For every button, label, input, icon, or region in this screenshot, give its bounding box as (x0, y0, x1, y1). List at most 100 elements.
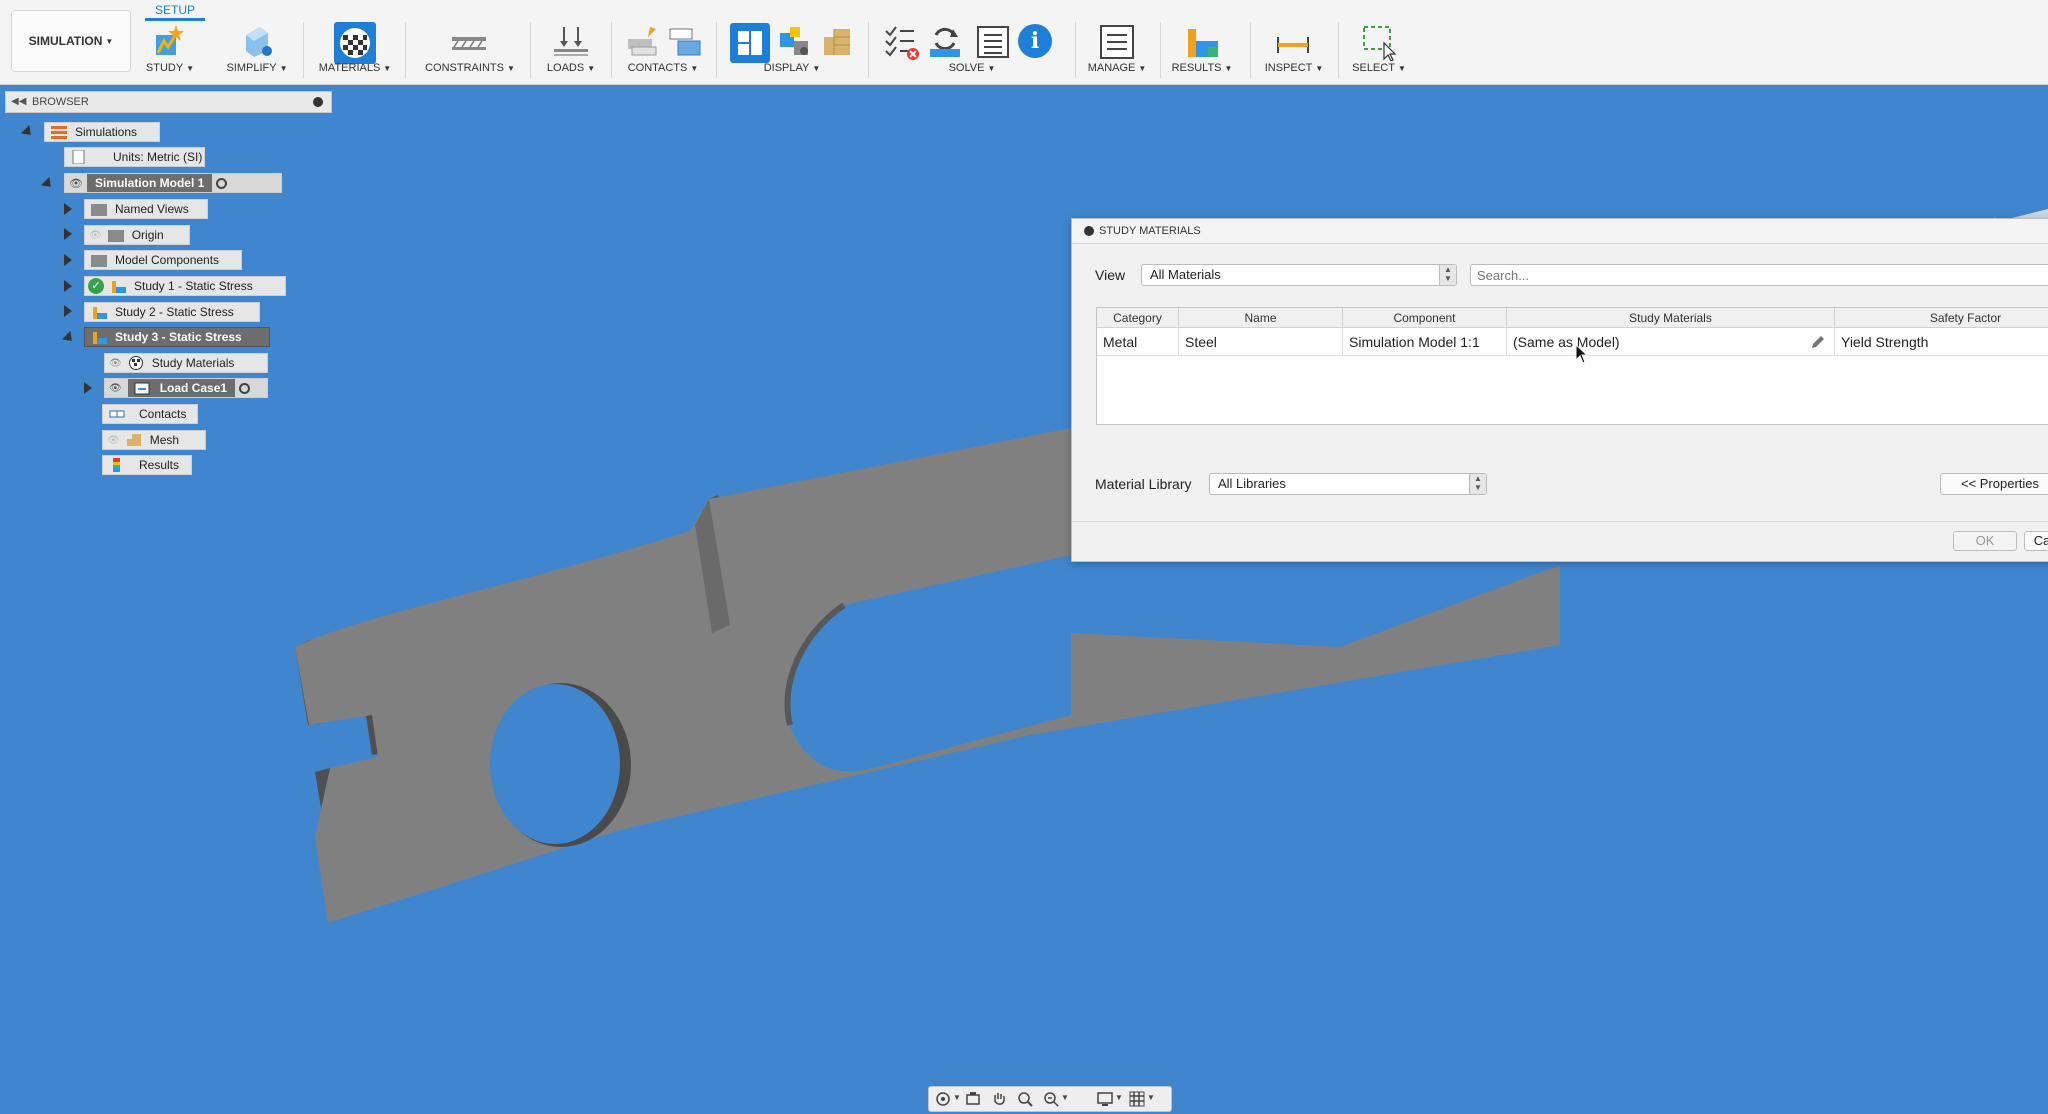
study-icon (93, 307, 107, 319)
study-material-value: (Same as Model) (1513, 334, 1620, 350)
simplify-icon (246, 27, 272, 57)
edit-pencil-icon[interactable] (1810, 334, 1826, 350)
zoom-window-icon[interactable] (1043, 1091, 1059, 1107)
expander-closed-icon[interactable] (64, 305, 72, 317)
display-settings-icon[interactable] (1097, 1091, 1113, 1107)
table-cell-safety-factor[interactable]: Yield Strength (1835, 328, 2048, 356)
tree-node-contacts[interactable]: Contacts (102, 404, 198, 424)
display-components-icon[interactable] (776, 23, 814, 61)
manage-icon (1100, 25, 1134, 59)
simulations-icon (51, 126, 67, 139)
browser-pin-icon[interactable] (313, 97, 323, 107)
eye-icon[interactable]: 👁 (109, 358, 122, 369)
column-header[interactable]: Component (1343, 308, 1507, 328)
tree-node-study-1[interactable]: ✓ Study 1 - Static Stress (84, 276, 286, 296)
contacts-group[interactable]: CONTACTS ▼ (620, 20, 706, 82)
expander-closed-icon[interactable] (84, 382, 92, 394)
orbit-icon[interactable] (935, 1091, 951, 1107)
dialog-titlebar[interactable]: STUDY MATERIALS (1072, 219, 2048, 244)
manage-group[interactable]: MANAGE ▼ (1082, 20, 1152, 82)
look-at-icon[interactable] (965, 1091, 981, 1107)
tree-node-origin[interactable]: 👁 Origin (84, 225, 190, 245)
results-label: RESULTS (1171, 62, 1222, 74)
mesh-icon (126, 434, 141, 446)
select-label: SELECT (1352, 62, 1395, 74)
activate-icon[interactable] (239, 382, 251, 394)
materials-icon (128, 356, 143, 370)
pan-hand-icon[interactable] (991, 1091, 1007, 1107)
search-input[interactable] (1470, 264, 2048, 286)
table-cell-component[interactable]: Simulation Model 1:1 (1343, 328, 1507, 356)
inspect-group[interactable]: INSPECT ▼ (1258, 20, 1330, 82)
dialog-collapse-icon[interactable] (1084, 226, 1094, 236)
display-mesh-icon[interactable] (818, 23, 856, 61)
activate-icon[interactable] (216, 177, 228, 189)
loads-group[interactable]: LOADS ▼ (540, 20, 602, 82)
material-library-select[interactable]: All Libraries ▲ ▼ (1209, 473, 1487, 495)
solve-label: SOLVE (948, 62, 985, 74)
tree-node-simulation-model[interactable]: 👁 Simulation Model 1 (64, 173, 282, 193)
dropdown-caret-icon: ▼ (105, 36, 114, 46)
workspace-switcher[interactable]: SIMULATION ▼ (11, 10, 131, 72)
column-header[interactable]: Study Materials (1507, 308, 1835, 328)
table-cell-name[interactable]: Steel (1179, 328, 1343, 356)
eye-hidden-icon[interactable]: 👁 (107, 435, 120, 446)
results-group[interactable]: RESULTS ▼ (1168, 20, 1236, 82)
info-icon[interactable]: i (1018, 24, 1052, 58)
job-status-icon[interactable] (974, 23, 1012, 61)
expander-closed-icon[interactable] (64, 228, 72, 240)
tree-node-units[interactable]: Units: Metric (SI) (64, 147, 205, 167)
select-group[interactable]: SELECT ▼ (1346, 20, 1412, 82)
select-arrows-icon: ▲ ▼ (1469, 474, 1486, 494)
simplify-group[interactable]: SIMPLIFY ▼ (222, 20, 292, 82)
solve-group[interactable]: i SOLVE ▼ (878, 20, 1066, 82)
new-study-icon (156, 25, 184, 55)
eye-icon[interactable]: 👁 (109, 383, 122, 394)
eye-hidden-icon[interactable]: 👁 (89, 230, 102, 241)
study-group[interactable]: STUDY ▼ (140, 20, 200, 82)
ok-button[interactable]: OK (1953, 531, 2017, 551)
browser-header[interactable]: ◀◀ BROWSER (5, 91, 332, 113)
collapse-browser-icon[interactable]: ◀◀ (11, 92, 26, 112)
tree-node-simulations[interactable]: Simulations (44, 122, 160, 142)
column-header[interactable]: Name (1179, 308, 1343, 328)
navigation-bar: ▼ ▼ ▼ ▼ (928, 1086, 1172, 1112)
tree-node-study-3[interactable]: Study 3 - Static Stress (84, 327, 270, 347)
cancel-button[interactable]: Ca (2024, 531, 2048, 551)
materials-group[interactable]: MATERIALS ▼ (316, 20, 394, 82)
column-header[interactable]: Safety Factor (1835, 308, 2048, 328)
column-header[interactable]: Category (1097, 308, 1179, 328)
table-cell-category[interactable]: Metal (1097, 328, 1179, 356)
tab-setup[interactable]: SETUP (145, 0, 205, 20)
properties-toggle-button[interactable]: << Properties (1940, 473, 2048, 495)
precheck-icon[interactable] (882, 23, 920, 61)
tree-node-mesh[interactable]: 👁 Mesh (102, 430, 206, 450)
tree-node-study-2[interactable]: Study 2 - Static Stress (84, 302, 260, 322)
tree-node-results[interactable]: Results (102, 455, 192, 475)
constraints-group[interactable]: CONSTRAINTS ▼ (418, 20, 522, 82)
document-icon (72, 150, 85, 164)
solve-icon[interactable] (926, 23, 964, 61)
manual-contacts-icon (669, 28, 701, 56)
display-settings-icon[interactable] (730, 23, 770, 63)
zoom-icon[interactable] (1017, 1091, 1033, 1107)
view-select-value: All Materials (1150, 267, 1221, 282)
tree-node-named-views[interactable]: Named Views (84, 199, 208, 219)
display-group[interactable]: DISPLAY ▼ (726, 20, 858, 82)
results-legend-icon (113, 458, 120, 472)
dialog-divider (1072, 521, 2048, 522)
study-icon (112, 281, 126, 293)
expander-closed-icon[interactable] (64, 280, 72, 292)
grid-icon[interactable] (1129, 1091, 1145, 1107)
expander-closed-icon[interactable] (64, 254, 72, 266)
dialog-title: STUDY MATERIALS (1099, 225, 1201, 237)
tree-node-model-components[interactable]: Model Components (84, 250, 242, 270)
material-library-label: Material Library (1095, 476, 1192, 492)
view-select[interactable]: All Materials ▲ ▼ (1141, 264, 1457, 286)
table-cell-study-material[interactable]: (Same as Model) (1507, 328, 1835, 356)
expander-closed-icon[interactable] (64, 203, 72, 215)
tree-node-load-case[interactable]: 👁 Load Case1 (104, 378, 268, 398)
eye-icon[interactable]: 👁 (69, 177, 83, 190)
tree-node-study-materials[interactable]: 👁 Study Materials (104, 353, 268, 373)
study-label: STUDY (145, 62, 184, 74)
